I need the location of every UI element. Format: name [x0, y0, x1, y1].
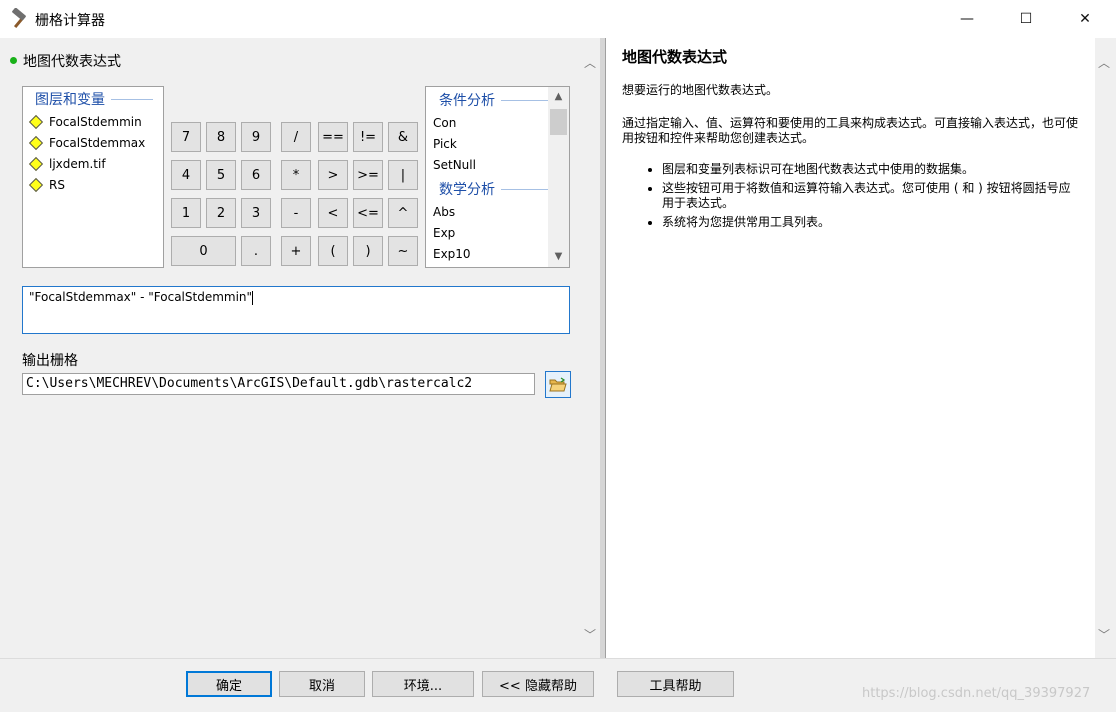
calc-button-1[interactable]: 1: [171, 198, 201, 228]
calc-button-minus[interactable]: -: [281, 198, 311, 228]
raster-layer-icon: [28, 114, 44, 129]
help-bullet: 这些按钮可用于将数值和运算符输入表达式。您可使用 ( 和 ) 按钮将圆括号应用于…: [662, 181, 1079, 211]
calc-button-less-equal[interactable]: <=: [353, 198, 383, 228]
help-scroll-down-icon[interactable]: ﹀: [1098, 626, 1110, 643]
tool-item-abs[interactable]: Abs: [426, 202, 548, 223]
layers-heading: 图层和变量: [23, 87, 163, 111]
ok-button[interactable]: 确定: [186, 671, 272, 697]
help-scroll-up-icon[interactable]: ︿: [1098, 54, 1110, 71]
text-caret: [252, 290, 254, 305]
calc-button-6[interactable]: 6: [241, 160, 271, 190]
calc-button-not-equal[interactable]: !=: [353, 122, 383, 152]
calc-button-and[interactable]: &: [388, 122, 418, 152]
calc-button-2[interactable]: 2: [206, 198, 236, 228]
browse-button[interactable]: [545, 371, 571, 398]
calc-button-close-paren[interactable]: ): [353, 236, 383, 266]
math-heading-label: 数学分析: [439, 182, 495, 198]
tool-item-exp10[interactable]: Exp10: [426, 244, 548, 265]
calc-button-plus[interactable]: +: [281, 236, 311, 266]
tool-parameters-pane: 地图代数表达式 图层和变量 FocalStdemmin FocalStdemma…: [0, 38, 600, 658]
maximize-button[interactable]: ☐: [1003, 0, 1049, 38]
tool-item-con[interactable]: Con: [426, 113, 548, 134]
help-pane: 地图代数表达式 想要运行的地图代数表达式。 通过指定输入、值、运算符和要使用的工…: [605, 38, 1095, 658]
calc-button-greater-equal[interactable]: >=: [353, 160, 383, 190]
layer-label: RS: [49, 177, 65, 192]
conditional-heading-label: 条件分析: [439, 93, 495, 109]
conditional-heading: 条件分析: [426, 87, 548, 113]
calc-button-greater[interactable]: >: [318, 160, 348, 190]
calc-button-or[interactable]: |: [388, 160, 418, 190]
calc-button-multiply[interactable]: *: [281, 160, 311, 190]
calc-button-3[interactable]: 3: [241, 198, 271, 228]
calc-button-open-paren[interactable]: (: [318, 236, 348, 266]
tools-scrollbar[interactable]: ▲ ▼: [548, 87, 569, 267]
scroll-thumb[interactable]: [550, 109, 567, 135]
hammer-icon: [12, 8, 26, 29]
tool-help-button[interactable]: 工具帮助: [617, 671, 734, 697]
layer-label: FocalStdemmin: [49, 114, 142, 129]
help-intro: 想要运行的地图代数表达式。: [622, 83, 779, 97]
calc-button-divide[interactable]: /: [281, 122, 311, 152]
layer-label: ljxdem.tif: [49, 156, 106, 171]
calc-button-0[interactable]: 0: [171, 236, 236, 266]
layers-heading-label: 图层和变量: [35, 92, 105, 108]
layer-item[interactable]: RS: [23, 174, 163, 195]
folder-open-icon: [549, 376, 567, 391]
calc-button-4[interactable]: 4: [171, 160, 201, 190]
help-title: 地图代数表达式: [622, 48, 728, 66]
layer-item[interactable]: FocalStdemmin: [23, 111, 163, 132]
expression-text: "FocalStdemmax" - "FocalStdemmin": [29, 290, 253, 304]
tool-item-setnull[interactable]: SetNull: [426, 155, 548, 176]
calc-button-5[interactable]: 5: [206, 160, 236, 190]
calc-button-equal[interactable]: ==: [318, 122, 348, 152]
pane-scroll-up-icon[interactable]: ︿: [584, 54, 596, 71]
close-button[interactable]: ✕: [1062, 0, 1108, 38]
required-param-icon: [10, 57, 17, 64]
expression-input[interactable]: "FocalStdemmax" - "FocalStdemmin": [22, 286, 570, 334]
calc-button-not[interactable]: ~: [388, 236, 418, 266]
pane-scroll-down-icon[interactable]: ﹀: [584, 626, 596, 643]
dialog-button-bar: 确定 取消 环境... << 隐藏帮助 工具帮助: [0, 658, 1116, 712]
raster-layer-icon: [28, 156, 44, 171]
cancel-button[interactable]: 取消: [279, 671, 365, 697]
window-title: 栅格计算器: [35, 13, 105, 29]
raster-layer-icon: [28, 177, 44, 192]
output-raster-input[interactable]: C:\Users\MECHREV\Documents\ArcGIS\Defaul…: [22, 373, 535, 395]
calc-button-decimal[interactable]: .: [241, 236, 271, 266]
help-paragraph: 通过指定输入、值、运算符和要使用的工具来构成表达式。可直接输入表达式，也可使用按…: [622, 116, 1079, 145]
calc-button-9[interactable]: 9: [241, 122, 271, 152]
minimize-button[interactable]: —: [944, 0, 990, 38]
hide-help-button[interactable]: << 隐藏帮助: [482, 671, 594, 697]
layer-item[interactable]: ljxdem.tif: [23, 153, 163, 174]
layers-list[interactable]: 图层和变量 FocalStdemmin FocalStdemmax ljxdem…: [22, 86, 164, 268]
output-raster-label: 输出栅格: [22, 353, 78, 369]
layer-item[interactable]: FocalStdemmax: [23, 132, 163, 153]
calc-button-xor[interactable]: ^: [388, 198, 418, 228]
help-bullet: 图层和变量列表标识可在地图代数表达式中使用的数据集。: [662, 162, 1079, 177]
math-heading: 数学分析: [426, 176, 548, 202]
raster-layer-icon: [28, 135, 44, 150]
scroll-down-icon[interactable]: ▼: [548, 247, 569, 265]
calc-button-8[interactable]: 8: [206, 122, 236, 152]
section-title: 地图代数表达式: [23, 54, 121, 70]
layer-label: FocalStdemmax: [49, 135, 146, 150]
calc-button-7[interactable]: 7: [171, 122, 201, 152]
title-bar: 栅格计算器 — ☐ ✕: [0, 0, 1116, 38]
watermark-text: https://blog.csdn.net/qq_39397927: [862, 686, 1091, 701]
tool-item-pick[interactable]: Pick: [426, 134, 548, 155]
scroll-up-icon[interactable]: ▲: [548, 87, 569, 105]
calc-button-less[interactable]: <: [318, 198, 348, 228]
help-bullet-list: 图层和变量列表标识可在地图代数表达式中使用的数据集。 这些按钮可用于将数值和运算…: [662, 162, 1079, 230]
tool-item-exp[interactable]: Exp: [426, 223, 548, 244]
tools-list[interactable]: 条件分析 Con Pick SetNull 数学分析 Abs Exp Exp10…: [425, 86, 570, 268]
environments-button[interactable]: 环境...: [372, 671, 474, 697]
help-bullet: 系统将为您提供常用工具列表。: [662, 215, 1079, 230]
